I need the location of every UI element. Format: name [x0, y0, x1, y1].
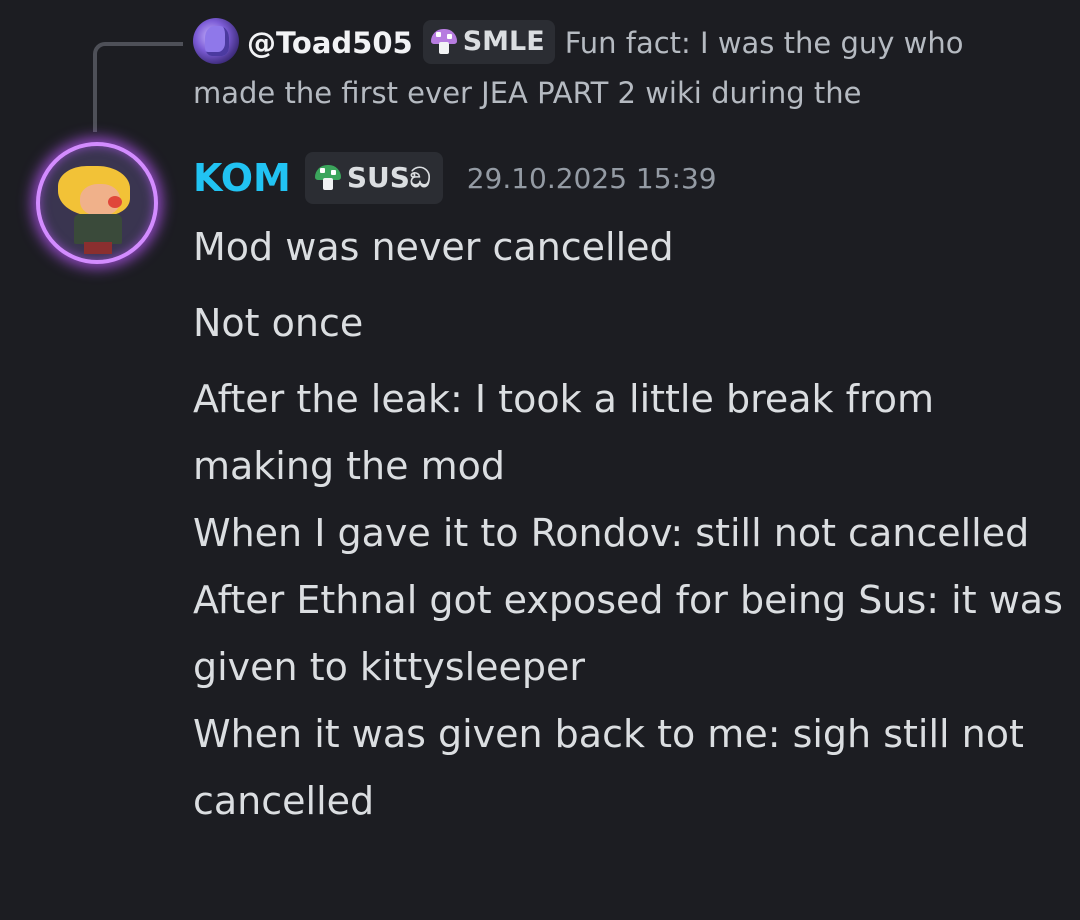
- message-line: When I gave it to Rondov: still not canc…: [193, 511, 1030, 555]
- reply-username[interactable]: @Toad505: [247, 26, 413, 60]
- message-line: Not once: [193, 301, 364, 345]
- purple-mushroom-icon: [430, 29, 457, 55]
- reply-tag-label: SMLE: [462, 26, 545, 57]
- message-header: KOM SUSඞ 29.10.2025 15:39: [193, 150, 717, 206]
- message-content: Mod was never cancelled Not once After t…: [193, 214, 1063, 835]
- message-line: When it was given back to me: sigh still…: [193, 712, 1024, 823]
- reply-connector: [93, 42, 183, 132]
- reply-preview[interactable]: @Toad505 SMLE Fun fact: I was the guy who …: [193, 18, 1053, 118]
- message-server-tag[interactable]: SUSඞ: [304, 152, 443, 204]
- message-timestamp[interactable]: 29.10.2025 15:39: [467, 162, 717, 195]
- message-line: Mod was never cancelled: [193, 225, 674, 269]
- message-username[interactable]: KOM: [193, 156, 291, 200]
- reply-avatar[interactable]: [193, 18, 239, 64]
- message-line: After the leak: I took a little break fr…: [193, 377, 935, 488]
- message-tag-label: SUSඞ: [346, 161, 431, 194]
- avatar[interactable]: [36, 142, 158, 264]
- reply-server-tag[interactable]: SMLE: [422, 20, 555, 64]
- message-line: After Ethnal got exposed for being Sus: …: [193, 578, 1063, 689]
- green-mushroom-icon: [314, 165, 341, 191]
